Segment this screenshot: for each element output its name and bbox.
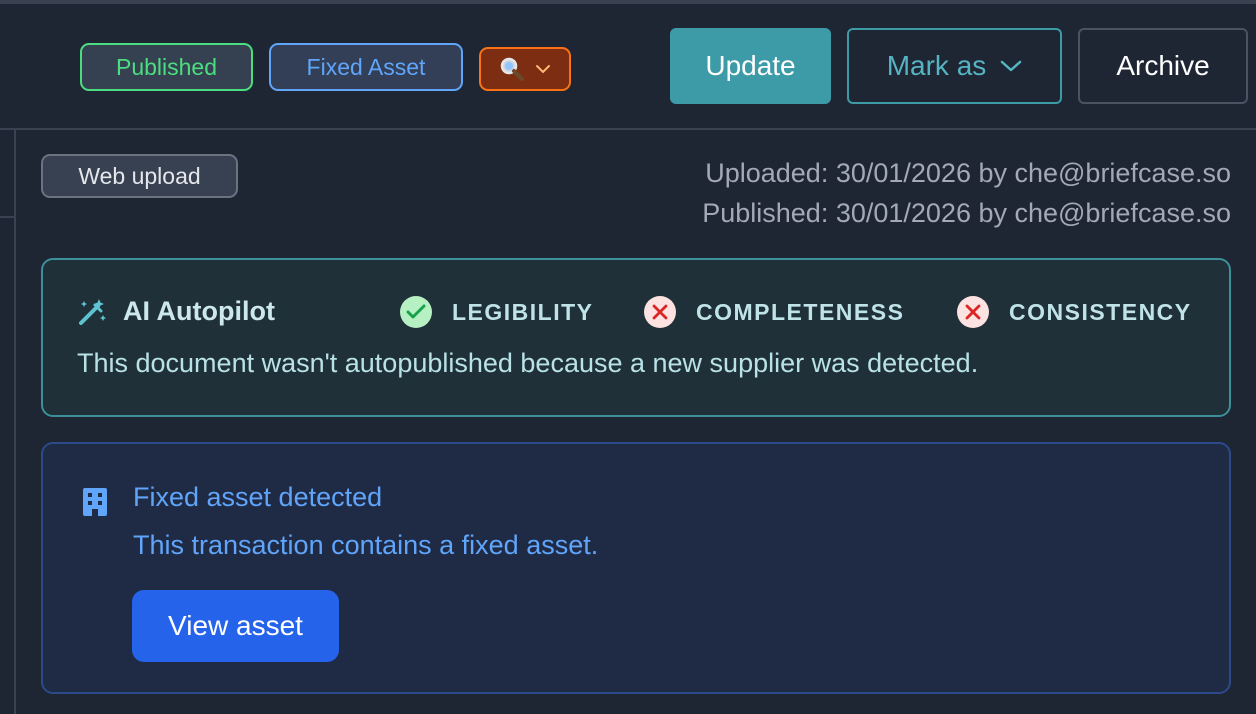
check-completeness: COMPLETENESS [644, 296, 904, 328]
view-asset-button[interactable]: View asset [132, 590, 339, 662]
type-badge-fixed-asset[interactable]: Fixed Asset [269, 43, 463, 91]
status-badge-published[interactable]: Published [80, 43, 253, 91]
type-badge-label: Fixed Asset [306, 53, 426, 80]
building-icon [83, 488, 107, 516]
magic-wand-icon [79, 298, 106, 325]
left-rail-divider [14, 130, 16, 714]
magnifier-icon [500, 57, 524, 81]
chevron-down-icon [536, 65, 550, 74]
mark-as-button-label: Mark as [886, 50, 987, 81]
status-badge-label: Published [115, 53, 218, 80]
update-button[interactable]: Update [670, 28, 831, 104]
check-consistency: CONSISTENCY [957, 296, 1192, 328]
top-border [0, 0, 1256, 4]
document-panel: Published Fixed Asset Update Mark as Arc… [0, 0, 1256, 714]
published-info: Published: 30/01/2026 by che@briefcase.s… [702, 198, 1231, 228]
archive-button-label: Archive [1116, 50, 1210, 81]
fixed-asset-title: Fixed asset detected [133, 482, 383, 512]
search-dropdown-badge[interactable] [479, 47, 571, 91]
source-badge: Web upload [41, 154, 238, 198]
mark-as-dropdown-button[interactable]: Mark as [847, 28, 1062, 104]
ai-autopilot-title: AI Autopilot [123, 296, 275, 326]
ai-autopilot-panel: AI Autopilot LEGIBILITY COMPLETENESS CON… [41, 258, 1231, 417]
check-legibility: LEGIBILITY [400, 296, 594, 328]
source-badge-label: Web upload [78, 162, 201, 189]
check-label: LEGIBILITY [452, 298, 594, 325]
fixed-asset-panel: Fixed asset detected This transaction co… [41, 442, 1231, 694]
check-label: COMPLETENESS [696, 298, 905, 325]
check-fail-icon [957, 296, 989, 328]
check-label: CONSISTENCY [1009, 298, 1192, 325]
uploaded-info: Uploaded: 30/01/2026 by che@briefcase.so [705, 158, 1231, 188]
left-rail-tick [0, 216, 14, 218]
check-fail-icon [644, 296, 676, 328]
fixed-asset-description: This transaction contains a fixed asset. [133, 530, 599, 560]
ai-autopilot-header: AI Autopilot [77, 296, 275, 327]
chevron-down-icon [1001, 60, 1022, 72]
view-asset-button-label: View asset [168, 610, 303, 641]
header-divider [0, 128, 1256, 130]
ai-autopilot-message: This document wasn't autopublished becau… [77, 348, 979, 378]
check-pass-icon [400, 296, 432, 328]
update-button-label: Update [705, 50, 796, 81]
archive-button[interactable]: Archive [1078, 28, 1248, 104]
